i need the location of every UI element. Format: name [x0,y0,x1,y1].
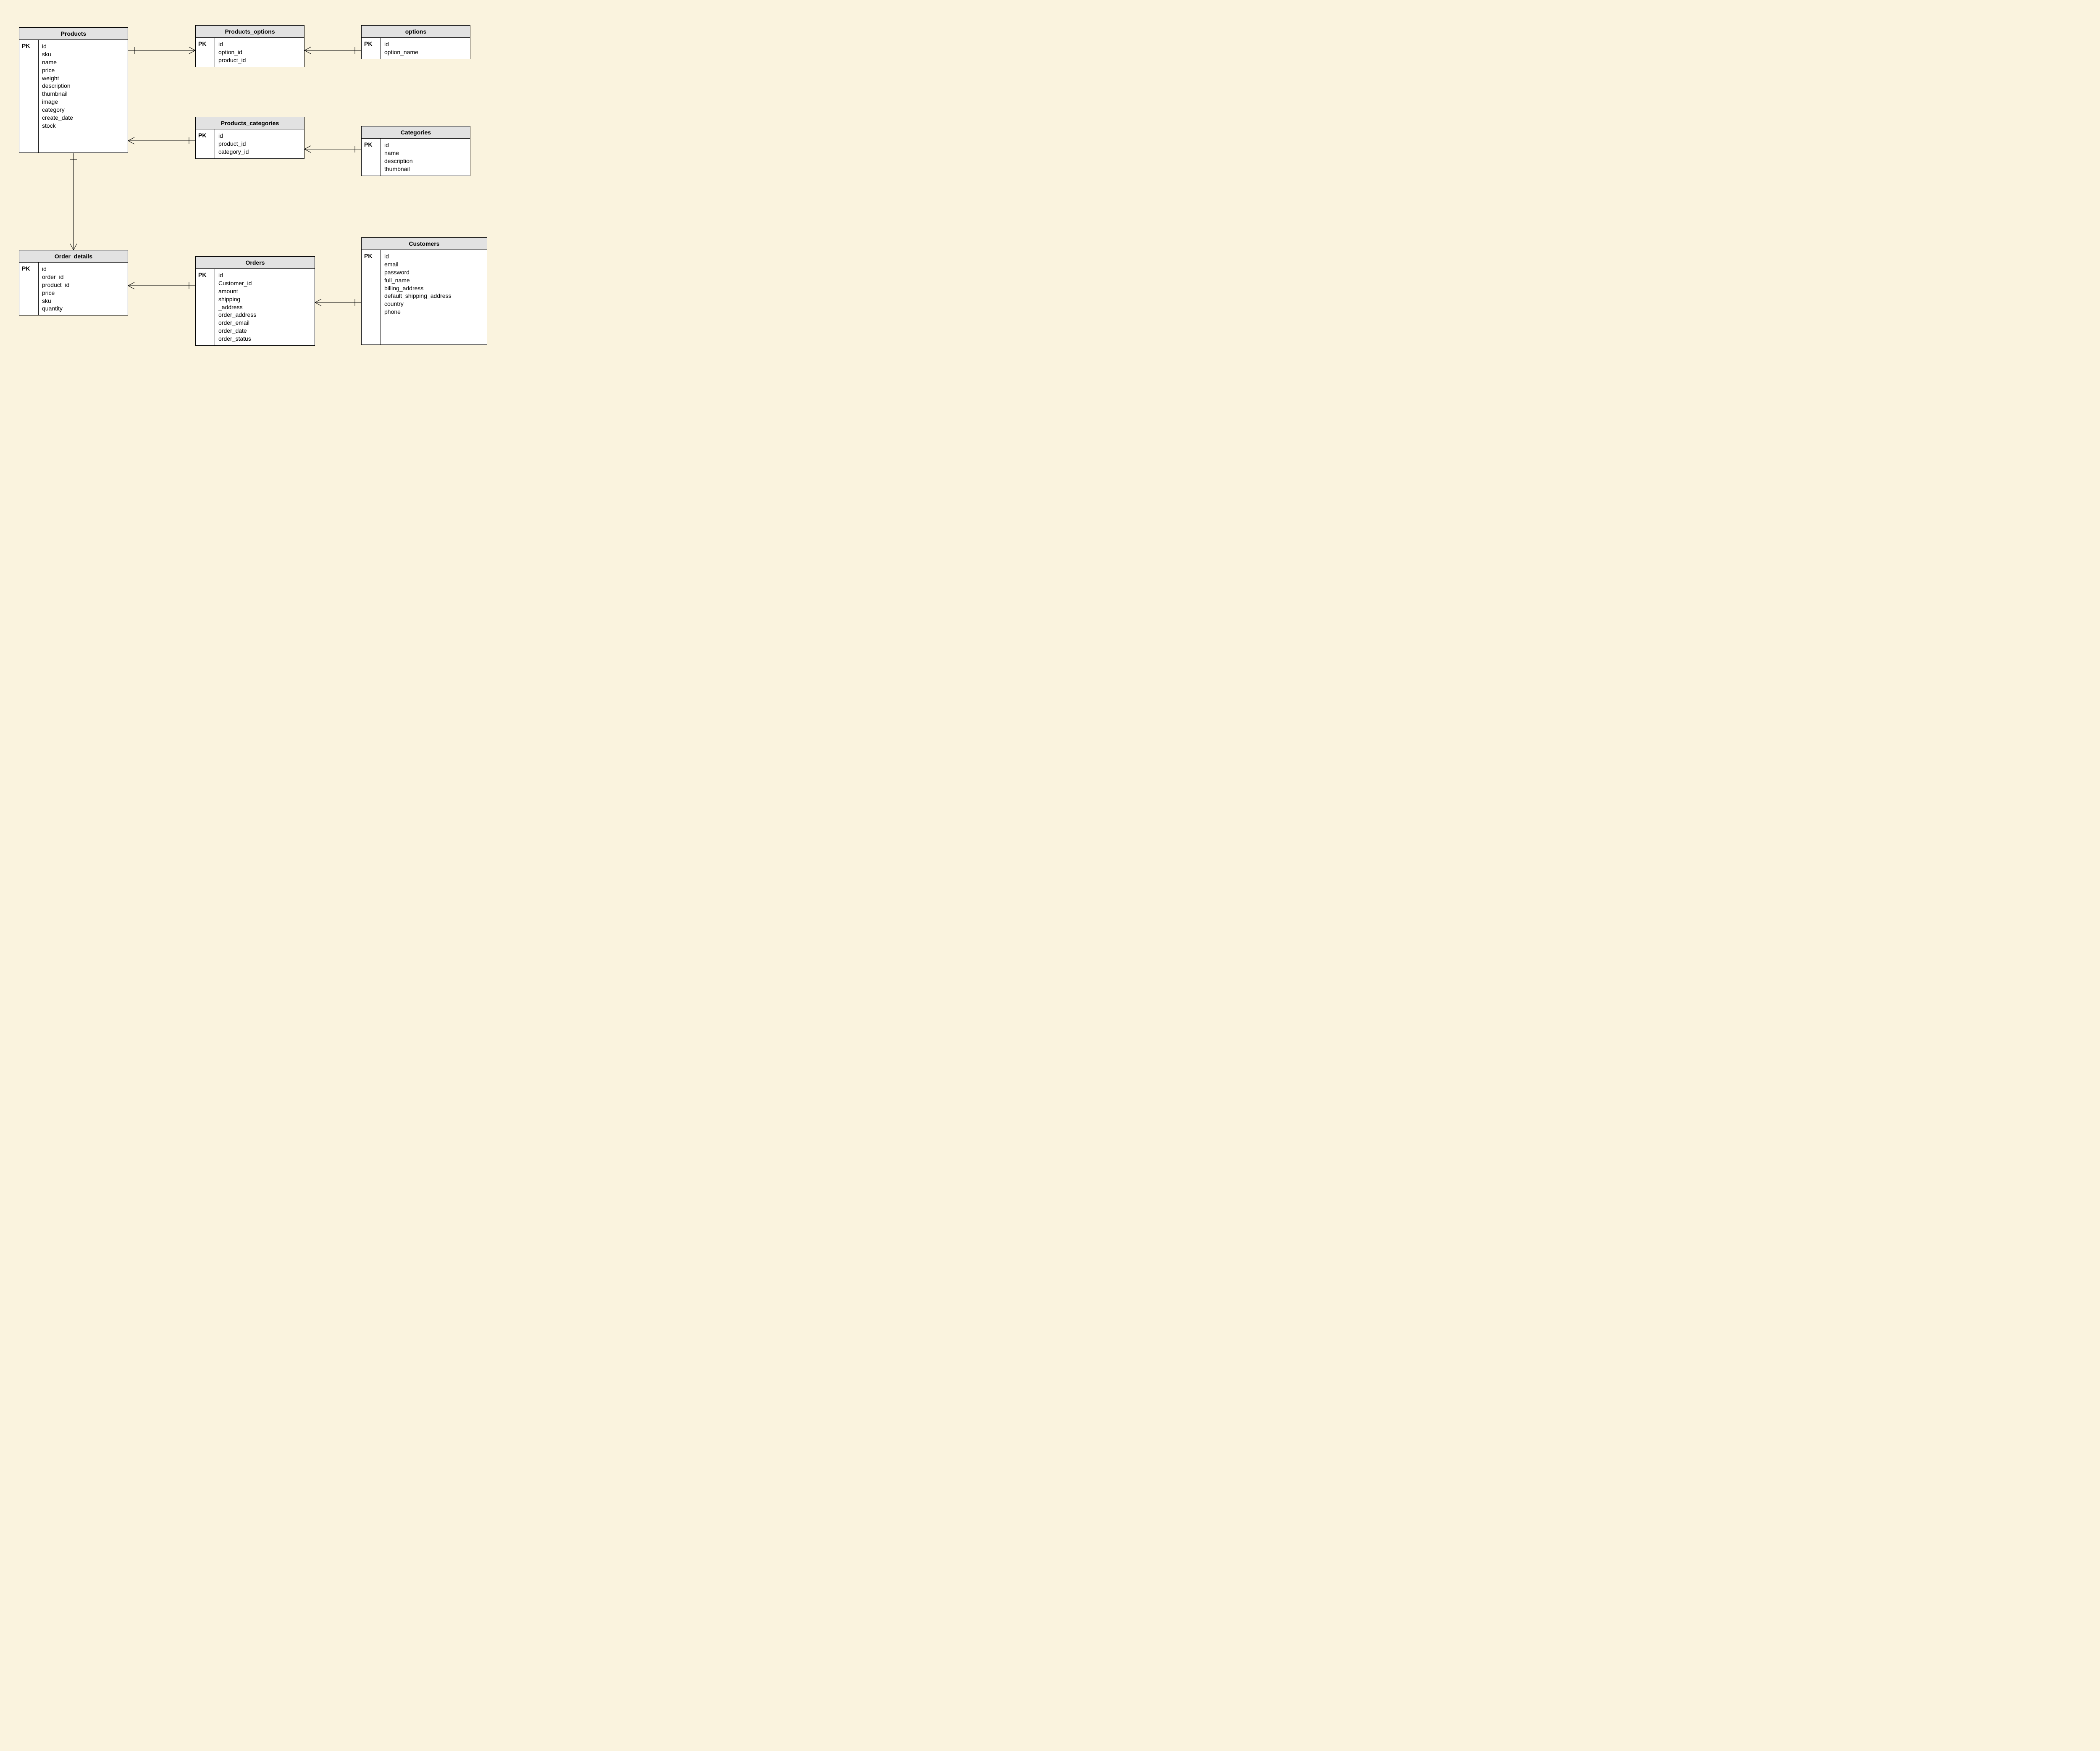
field: id [218,40,301,48]
entity-fields: id option_name [381,38,470,59]
field: password [384,268,483,276]
entity-fields: id name description thumbnail [381,139,470,176]
field: order_email [218,319,311,327]
field: image [42,98,124,106]
entity-title: Products_categories [196,117,304,129]
field: weight [42,74,124,82]
field: _address [218,303,311,311]
field: amount [218,287,311,295]
field: id [384,141,467,149]
entity-order-details: Order_details PK id order_id product_id … [19,250,128,315]
entity-title: Categories [362,126,470,139]
rel-products-products_categories [128,137,195,144]
rel-order_details-orders [128,282,195,289]
field: sku [42,297,124,305]
field: country [384,300,483,308]
entity-title: Products_options [196,26,304,38]
field: id [218,271,311,279]
rel-products_options-options [304,47,361,54]
field: order_status [218,335,311,343]
rel-products-order_details [70,153,77,250]
field: default_shipping_address [384,292,483,300]
rel-products_categories-categories [304,146,361,152]
field: thumbnail [384,165,467,173]
field: description [384,157,467,165]
field: shipping [218,295,311,303]
field: option_id [218,48,301,56]
field: price [42,289,124,297]
entity-fields: id email password full_name billing_addr… [381,250,487,344]
field: product_id [42,281,124,289]
er-diagram-canvas: Products PK id sku name price weight des… [0,0,521,433]
entity-orders: Orders PK id Customer_id amount shipping… [195,256,315,346]
field: id [42,42,124,50]
field: order_date [218,327,311,335]
entity-fields: id Customer_id amount shipping _address … [215,269,315,345]
entity-title: Orders [196,257,315,269]
pk-label: PK [19,40,39,152]
field: category_id [218,148,301,156]
pk-label: PK [19,263,39,315]
entity-categories: Categories PK id name description thumbn… [361,126,470,176]
entity-title: Order_details [19,250,128,263]
field: id [384,252,483,260]
pk-label: PK [362,250,381,344]
rel-orders-customers [315,299,361,306]
field: billing_address [384,284,483,292]
field: order_id [42,273,124,281]
entity-fields: id product_id category_id [215,129,304,158]
field: id [218,132,301,140]
entity-fields: id option_id product_id [215,38,304,67]
entity-products-options: Products_options PK id option_id product… [195,25,304,67]
entity-title: options [362,26,470,38]
entity-options: options PK id option_name [361,25,470,59]
entity-products-categories: Products_categories PK id product_id cat… [195,117,304,159]
pk-label: PK [196,269,215,345]
entity-title: Products [19,28,128,40]
pk-label: PK [196,129,215,158]
field: email [384,260,483,268]
field: product_id [218,56,301,64]
pk-label: PK [196,38,215,67]
field: category [42,106,124,114]
field: Customer_id [218,279,311,287]
field: sku [42,50,124,58]
entity-title: Customers [362,238,487,250]
field: id [42,265,124,273]
entity-fields: id order_id product_id price sku quantit… [39,263,128,315]
field: phone [384,308,483,316]
pk-label: PK [362,139,381,176]
field: name [42,58,124,66]
entity-products: Products PK id sku name price weight des… [19,27,128,153]
field: stock [42,122,124,130]
field: order_address [218,311,311,319]
field: description [42,82,124,90]
field: quantity [42,305,124,313]
rel-products-products_options [128,47,195,54]
field: price [42,66,124,74]
field: product_id [218,140,301,148]
pk-label: PK [362,38,381,59]
field: option_name [384,48,467,56]
entity-customers: Customers PK id email password full_name… [361,237,487,345]
field: name [384,149,467,157]
field: create_date [42,114,124,122]
field: thumbnail [42,90,124,98]
entity-fields: id sku name price weight description thu… [39,40,128,152]
field: full_name [384,276,483,284]
field: id [384,40,467,48]
